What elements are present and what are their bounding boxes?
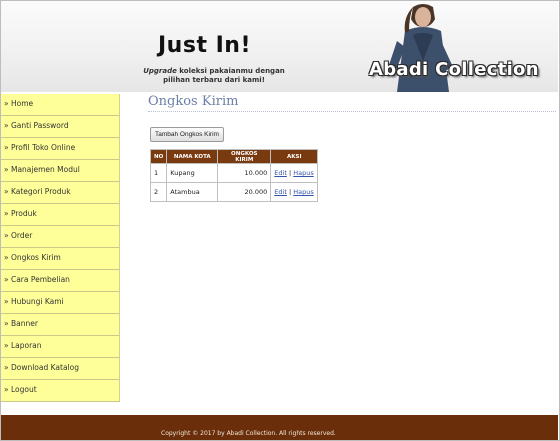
sidebar-item-manajemen-modul[interactable]: » Manajemen Modul <box>1 160 120 182</box>
banner-subtitle-line2: pilihan terbaru dari kami! <box>163 76 265 84</box>
header-banner: Just In! Upgrade koleksi pakaianmu denga… <box>1 1 558 92</box>
edit-link[interactable]: Edit <box>274 169 287 177</box>
sidebar-item-kategori-produk[interactable]: » Kategori Produk <box>1 182 120 204</box>
cell-nama-kota: Kupang <box>166 163 219 183</box>
sidebar-item-cara-pembelian[interactable]: » Cara Pembelian <box>1 270 120 292</box>
sidebar-item-laporan[interactable]: » Laporan <box>1 336 120 358</box>
footer-copyright: Copyright © 2017 by Abadi Collection. Al… <box>161 430 336 437</box>
sidebar-item-ongkos-kirim[interactable]: » Ongkos Kirim <box>1 248 120 270</box>
sidebar-item-profil-toko-online[interactable]: » Profil Toko Online <box>1 138 120 160</box>
table-row: 2 Atambua 20.000 Edit | Hapus <box>149 182 319 202</box>
sidebar: » Home » Ganti Password » Profil Toko On… <box>1 94 120 402</box>
footer: Copyright © 2017 by Abadi Collection. Al… <box>1 415 558 440</box>
banner-subtitle: Upgrade koleksi pakaianmu dengan pilihan… <box>119 67 309 85</box>
column-header-nama-kota: NAMA KOTA <box>166 149 219 164</box>
main-content: Ongkos Kirim Tambah Ongkos Kirim NO NAMA… <box>148 94 558 202</box>
sidebar-item-hubungi-kami[interactable]: » Hubungi Kami <box>1 292 120 314</box>
sidebar-item-produk[interactable]: » Produk <box>1 204 120 226</box>
ongkos-kirim-table: NO NAMA KOTA ONGKOS KIRIM AKSI 1 Kupang … <box>149 149 319 202</box>
add-ongkos-kirim-button[interactable]: Tambah Ongkos Kirim <box>150 127 224 142</box>
sidebar-item-download-katalog[interactable]: » Download Katalog <box>1 358 120 380</box>
table-header-row: NO NAMA KOTA ONGKOS KIRIM AKSI <box>149 149 319 164</box>
banner-subtitle-italic: Upgrade <box>143 67 177 75</box>
cell-nama-kota: Atambua <box>166 182 219 202</box>
sidebar-item-ganti-password[interactable]: » Ganti Password <box>1 116 120 138</box>
banner-title: Just In! <box>158 33 251 58</box>
edit-link[interactable]: Edit <box>274 188 287 196</box>
column-header-ongkos-kirim: ONGKOS KIRIM <box>217 149 272 164</box>
column-header-aksi: AKSI <box>270 149 319 164</box>
sidebar-item-order[interactable]: » Order <box>1 226 120 248</box>
brand-logo: Abadi Collection <box>369 59 539 80</box>
cell-no: 1 <box>149 163 168 183</box>
hapus-link[interactable]: Hapus <box>293 188 314 196</box>
banner-subtitle-line1: koleksi pakaianmu dengan <box>176 67 285 75</box>
cell-aksi: Edit | Hapus <box>270 182 319 202</box>
table-row: 1 Kupang 10.000 Edit | Hapus <box>149 163 319 183</box>
cell-ongkos-kirim: 20.000 <box>217 182 272 202</box>
sidebar-item-logout[interactable]: » Logout <box>1 380 120 402</box>
sidebar-item-home[interactable]: » Home <box>1 94 120 116</box>
hapus-link[interactable]: Hapus <box>293 169 314 177</box>
cell-no: 2 <box>149 182 168 202</box>
sidebar-item-banner[interactable]: » Banner <box>1 314 120 336</box>
column-header-no: NO <box>149 149 168 164</box>
cell-aksi: Edit | Hapus <box>270 163 319 183</box>
cell-ongkos-kirim: 10.000 <box>217 163 272 183</box>
page-title: Ongkos Kirim <box>148 94 556 112</box>
page: Just In! Upgrade koleksi pakaianmu denga… <box>0 0 560 441</box>
